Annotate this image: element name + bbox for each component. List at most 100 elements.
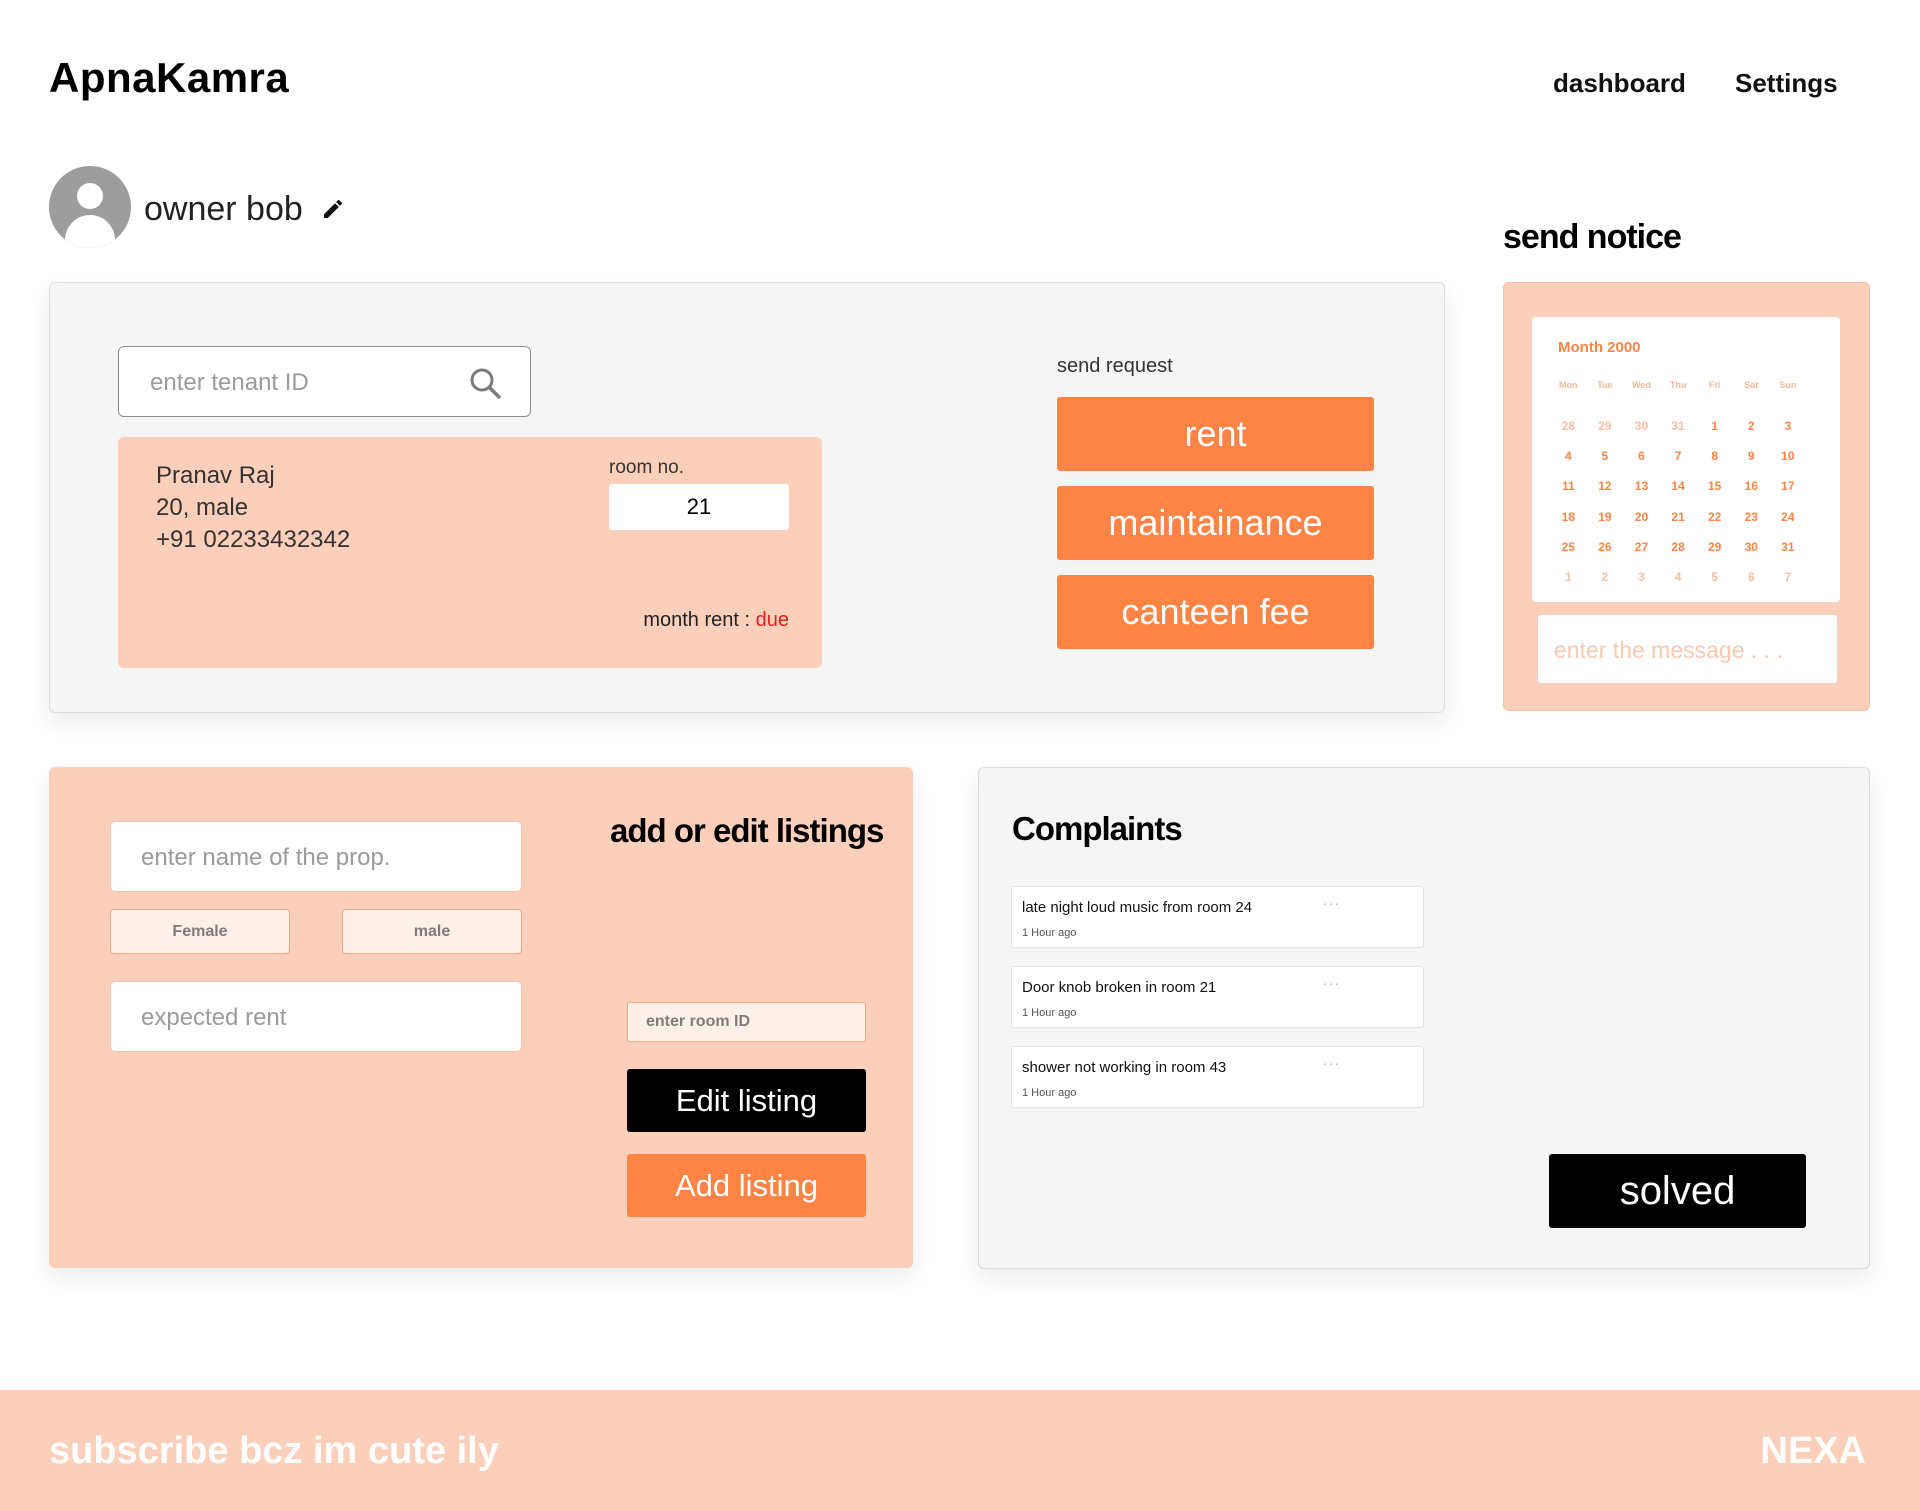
calendar-day[interactable]: 28 [1660,532,1697,562]
calendar-day[interactable]: 5 [1587,441,1624,471]
calendar-day[interactable]: 25 [1550,532,1587,562]
calendar-grid: Mon Tue Wed Thu Fri Sat Sun 28 29 30 31 1 2 3 4 5 6 7 8 9 10… [1550,373,1806,592]
calendar-day[interactable]: 7 [1660,441,1697,471]
pencil-icon[interactable] [321,197,345,221]
calendar-day[interactable]: 6 [1623,441,1660,471]
user-avatar-icon [49,166,131,248]
complaint-text: Door knob broken in room 21 [1022,979,1217,996]
calendar-day[interactable]: 30 [1733,532,1770,562]
property-name-input[interactable]: enter name of the prop. [110,821,522,892]
room-id-input[interactable]: enter room ID [627,1002,866,1042]
complaint-item[interactable]: Door knob broken in room 21 1 Hour ago ·… [1011,966,1424,1028]
calendar-day[interactable]: 16 [1733,471,1770,501]
footer-brand[interactable]: NEXA [1760,1430,1866,1473]
room-id-placeholder: enter room ID [646,1013,751,1030]
calendar-day[interactable]: 11 [1550,471,1587,501]
calendar-day[interactable]: 27 [1623,532,1660,562]
calendar-weekday: Sun [1779,380,1797,390]
calendar-day[interactable]: 4 [1550,441,1587,471]
more-dots-icon[interactable]: ··· [1323,1055,1340,1071]
footer: subscribe bcz im cute ily NEXA [0,1390,1920,1511]
room-label: room no. [609,457,684,478]
property-name-placeholder: enter name of the prop. [141,844,391,871]
send-request-label: send request [1057,355,1173,377]
tenant-details: 20, male [156,494,249,521]
edit-listing-button[interactable]: Edit listing [627,1069,866,1132]
notice-message-input[interactable]: enter the message . . . [1537,614,1838,684]
tenant-search-input[interactable]: enter tenant ID [118,346,531,417]
calendar-weekday: Tue [1597,380,1613,390]
calendar-day[interactable]: 1 [1696,411,1733,441]
notice-title: send notice [1503,218,1682,256]
tenant-phone: +91 02233432342 [156,526,351,553]
calendar-day[interactable]: 9 [1733,441,1770,471]
calendar-day[interactable]: 18 [1550,502,1587,532]
expected-rent-input[interactable]: expected rent [110,981,522,1052]
calendar-day[interactable]: 5 [1696,562,1733,592]
calendar-day[interactable]: 19 [1587,502,1624,532]
calendar-day[interactable]: 13 [1623,471,1660,501]
complaint-time: 1 Hour ago [1022,1087,1077,1099]
calendar-day[interactable]: 1 [1550,562,1587,592]
calendar-day[interactable]: 22 [1696,502,1733,532]
complaint-item[interactable]: shower not working in room 43 1 Hour ago… [1011,1046,1424,1108]
rent-due-badge: due [755,609,789,631]
complaint-item[interactable]: late night loud music from room 24 1 Hou… [1011,886,1424,948]
complaints-title: Complaints [1012,810,1183,847]
complaint-time: 1 Hour ago [1022,1007,1077,1019]
nav-settings[interactable]: Settings [1735,68,1838,99]
gender-male-button[interactable]: male [342,909,522,954]
calendar-day[interactable]: 28 [1550,411,1587,441]
notice-message-placeholder: enter the message . . . [1554,637,1783,663]
calendar-day[interactable]: 10 [1770,441,1807,471]
calendar-day[interactable]: 3 [1770,411,1807,441]
tenant-name: Pranav Raj [156,462,275,489]
notice-panel: Month 2000 Mon Tue Wed Thu Fri Sat Sun 28 29 30 31… [1503,282,1870,711]
calendar-weekday: Fri [1708,380,1721,390]
calendar-day[interactable]: 14 [1660,471,1697,501]
request-canteen-fee-button[interactable]: canteen fee [1057,575,1374,649]
profile-name: owner bob [144,190,303,228]
calendar-day[interactable]: 12 [1587,471,1624,501]
calendar-weekday: Sat [1744,380,1759,390]
calendar-day[interactable]: 7 [1770,562,1807,592]
rent-status-label: month rent : [643,609,756,631]
gender-female-button[interactable]: Female [110,909,290,954]
search-icon[interactable] [468,366,502,400]
calendar-day[interactable]: 2 [1587,562,1624,592]
calendar-day[interactable]: 20 [1623,502,1660,532]
calendar-day[interactable]: 23 [1733,502,1770,532]
calendar-day[interactable]: 2 [1733,411,1770,441]
request-rent-button[interactable]: rent [1057,397,1374,471]
tenant-search-placeholder: enter tenant ID [150,369,309,396]
room-number: 21 [609,484,789,530]
app-logo[interactable]: ApnaKamra [49,54,289,102]
calendar-day[interactable]: 17 [1770,471,1807,501]
nav-dashboard[interactable]: dashboard [1553,68,1686,99]
calendar: Month 2000 Mon Tue Wed Thu Fri Sat Sun 28 29 30 31… [1532,317,1840,602]
more-dots-icon[interactable]: ··· [1323,975,1340,991]
calendar-day[interactable]: 15 [1696,471,1733,501]
calendar-day[interactable]: 3 [1623,562,1660,592]
add-listing-button[interactable]: Add listing [627,1154,866,1217]
calendar-day[interactable]: 26 [1587,532,1624,562]
request-maintainance-button[interactable]: maintainance [1057,486,1374,560]
tenant-card: Pranav Raj 20, male +91 02233432342 room… [118,437,822,668]
complaint-time: 1 Hour ago [1022,927,1077,939]
calendar-day[interactable]: 8 [1696,441,1733,471]
calendar-weekday: Mon [1559,380,1578,390]
calendar-day[interactable]: 30 [1623,411,1660,441]
calendar-day[interactable]: 31 [1770,532,1807,562]
calendar-day[interactable]: 29 [1587,411,1624,441]
more-dots-icon[interactable]: ··· [1323,895,1340,911]
calendar-day[interactable]: 6 [1733,562,1770,592]
footer-tagline: subscribe bcz im cute ily [49,1430,499,1472]
listing-title: add or edit listings [610,812,884,849]
calendar-day[interactable]: 4 [1660,562,1697,592]
calendar-day[interactable]: 31 [1660,411,1697,441]
calendar-day[interactable]: 21 [1660,502,1697,532]
solved-button[interactable]: solved [1549,1154,1806,1228]
calendar-day[interactable]: 24 [1770,502,1807,532]
complaint-text: shower not working in room 43 [1022,1059,1227,1076]
calendar-day[interactable]: 29 [1696,532,1733,562]
